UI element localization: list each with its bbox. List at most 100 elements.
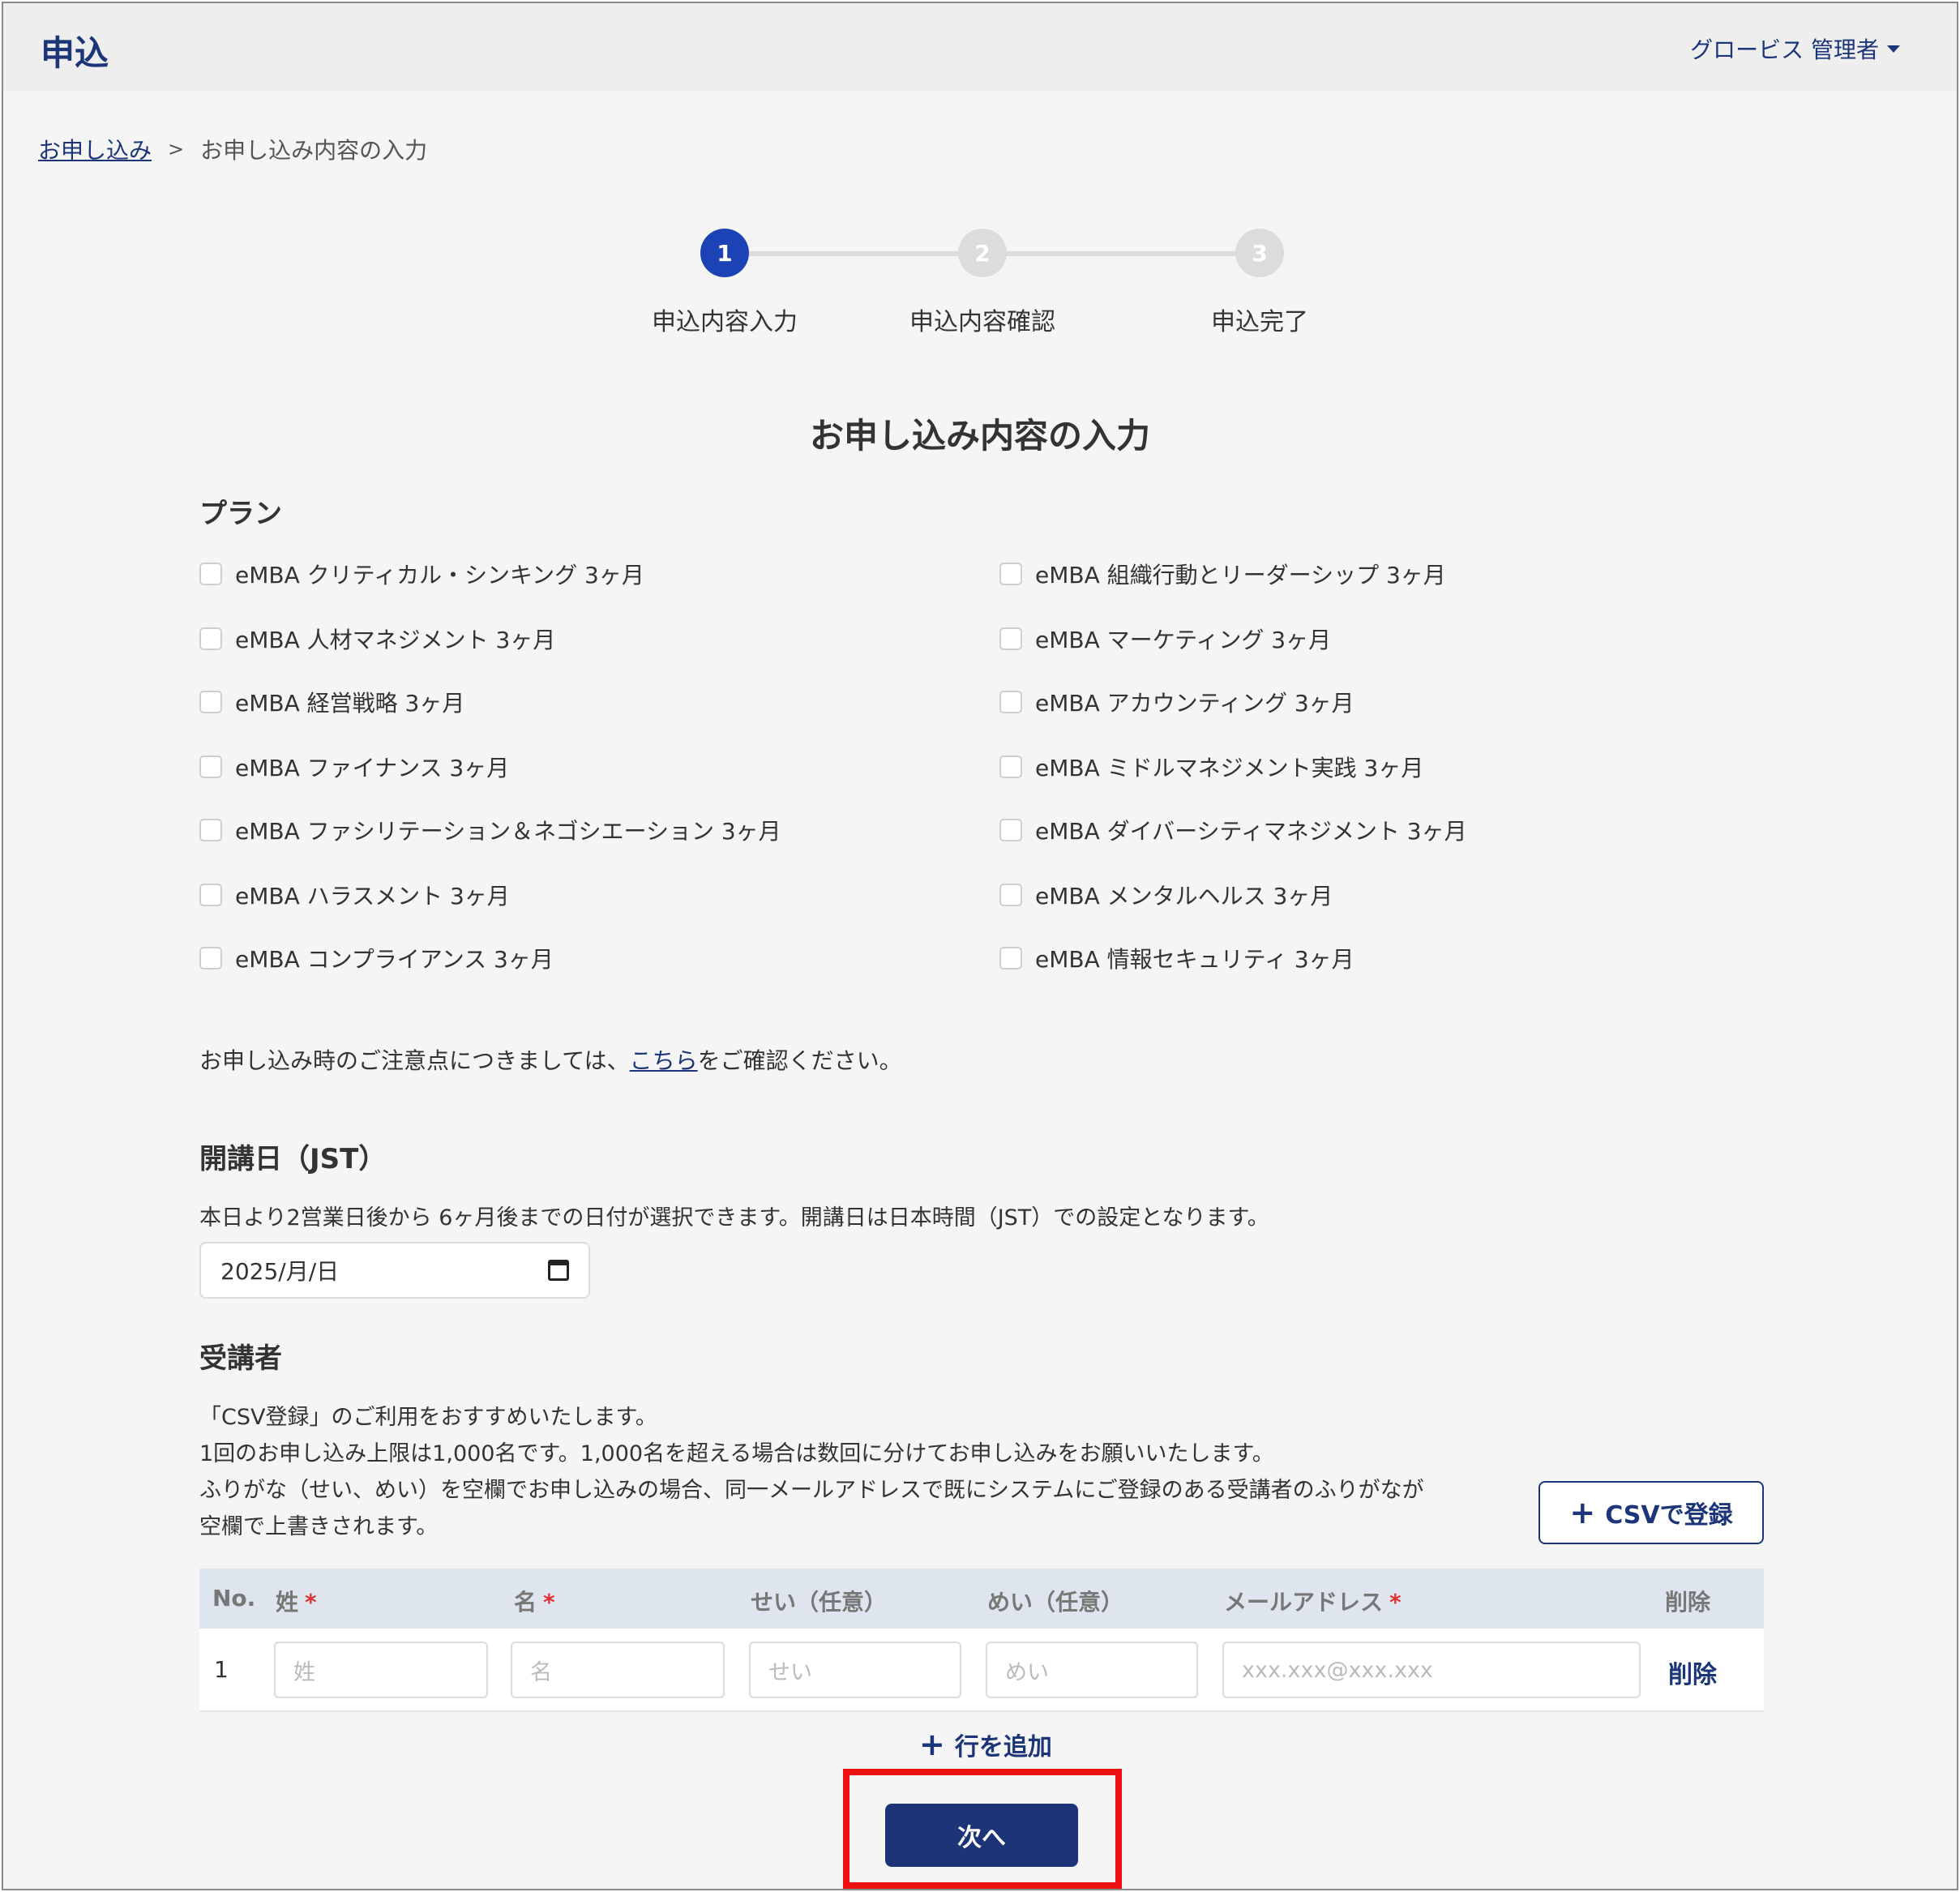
start-date-description: 本日より2営業日後から 6ヶ月後までの日付が選択できます。開講日は日本時間（JS… [199,1205,1269,1231]
plan-option[interactable]: eMBA クリティカル・シンキング 3ヶ月 [199,558,644,590]
step-3-label: 申込完了 [1211,308,1308,336]
csv-button-label: CSVで登録 [1605,1501,1733,1530]
plan-option[interactable]: eMBA コンプライアンス 3ヶ月 [199,942,554,974]
plan-label: eMBA ダイバーシティマネジメント 3ヶ月 [1035,818,1467,845]
plan-option[interactable]: eMBA 情報セキュリティ 3ヶ月 [999,942,1354,974]
required-mark: * [543,1589,555,1616]
plan-option[interactable]: eMBA ハラスメント 3ヶ月 [199,879,510,911]
checkbox[interactable] [199,819,222,841]
plus-icon: + [1569,1495,1596,1530]
plan-option[interactable]: eMBA ファイナンス 3ヶ月 [199,751,509,783]
step-2-circle: 2 [958,229,1007,277]
participants-description: 「CSV登録」のご利用をおすすめいたします。 1回のお申し込み上限は1,000名… [199,1399,1424,1545]
user-menu-label: グロービス 管理者 [1690,36,1879,63]
column-header-last-name: 姓 * [276,1585,317,1617]
placeholder: せい [768,1659,812,1685]
plan-option[interactable]: eMBA 人材マネジメント 3ヶ月 [199,623,555,655]
calendar-icon[interactable] [548,1260,569,1281]
checkbox[interactable] [999,947,1022,970]
plan-label: eMBA コンプライアンス 3ヶ月 [235,946,554,973]
plan-label: eMBA ファシリテーション＆ネゴシエーション 3ヶ月 [235,818,781,845]
step-connector [1005,251,1265,256]
app-title: 申込 [41,33,109,73]
plan-label: eMBA メンタルヘルス 3ヶ月 [1035,883,1333,910]
table-row: 1 姓 名 せい めい xxx.xxx@xxx.xxx 削除 [199,1629,1764,1712]
participants-table: No. 姓 * 名 * せい（任意） めい（任意） メールアドレス * 削除 1 姓 … [199,1569,1764,1712]
plan-option[interactable]: eMBA マーケティング 3ヶ月 [999,623,1331,655]
placeholder: めい [1005,1659,1049,1685]
placeholder: 姓 [293,1659,315,1685]
step-1-circle: 1 [700,229,749,277]
plan-option[interactable]: eMBA 組織行動とリーダーシップ 3ヶ月 [999,558,1446,590]
checkbox[interactable] [199,563,222,585]
plan-option[interactable]: eMBA ダイバーシティマネジメント 3ヶ月 [999,814,1467,846]
plan-label: eMBA 経営戦略 3ヶ月 [235,690,465,717]
email-input[interactable]: xxx.xxx@xxx.xxx [1222,1642,1641,1698]
checkbox[interactable] [199,756,222,778]
step-1-label: 申込内容入力 [652,308,798,336]
top-bar: 申込 グロービス 管理者 [3,3,1957,91]
column-header-last-kana: せい（任意） [751,1589,888,1616]
checkbox[interactable] [199,884,222,906]
row-number: 1 [214,1656,229,1683]
table-header: No. 姓 * 名 * せい（任意） めい（任意） メールアドレス * 削除 [199,1569,1764,1629]
required-mark: * [1389,1589,1402,1616]
notice-link[interactable]: こちら [630,1047,698,1074]
plan-label: eMBA ハラスメント 3ヶ月 [235,883,510,910]
page-title: お申し込み内容の入力 [809,416,1150,456]
plan-option[interactable]: eMBA 経営戦略 3ヶ月 [199,686,464,718]
start-date-input[interactable]: 2025/月/日 [199,1242,590,1299]
checkbox[interactable] [999,627,1022,650]
last-kana-input[interactable]: せい [749,1642,961,1698]
breadcrumb-link-application[interactable]: お申し込み [38,133,152,165]
checkbox[interactable] [999,756,1022,778]
placeholder: 名 [530,1659,552,1685]
first-kana-input[interactable]: めい [986,1642,1198,1698]
plan-option[interactable]: eMBA メンタルヘルス 3ヶ月 [999,879,1333,911]
column-header-delete: 削除 [1665,1589,1711,1616]
plan-label: eMBA 人材マネジメント 3ヶ月 [235,627,556,653]
column-label: メールアドレス [1224,1589,1384,1616]
plan-label: eMBA アカウンティング 3ヶ月 [1035,690,1354,717]
plan-option[interactable]: eMBA ファシリテーション＆ネゴシエーション 3ヶ月 [199,814,781,846]
progress-stepper: 1 2 3 申込内容入力 申込内容確認 申込完了 [3,224,1957,345]
breadcrumb: お申し込み > お申し込み内容の入力 [38,133,427,165]
checkbox[interactable] [199,947,222,970]
application-window: 申込 グロービス 管理者 お申し込み > お申し込み内容の入力 1 2 3 申込… [2,2,1958,1890]
breadcrumb-current: お申し込み内容の入力 [200,137,428,164]
next-button[interactable]: 次へ [885,1804,1078,1867]
checkbox[interactable] [199,627,222,650]
checkbox[interactable] [999,819,1022,841]
column-label: 姓 [276,1589,299,1616]
caret-down-icon [1887,45,1900,53]
plan-label: eMBA マーケティング 3ヶ月 [1035,627,1332,653]
description-line: ふりがな（せい、めい）を空欄でお申し込みの場合、同一メールアドレスで既にシステム… [199,1478,1424,1503]
plus-icon: + [919,1727,945,1762]
first-name-input[interactable]: 名 [511,1642,725,1698]
description-line: 空欄で上書きされます。 [199,1514,439,1539]
last-name-input[interactable]: 姓 [274,1642,488,1698]
step-3-circle: 3 [1235,229,1284,277]
description-line: 1回のお申し込み上限は1,000名です。1,000名を超える場合は数回に分けてお… [199,1441,1274,1466]
column-label: 名 [514,1589,537,1616]
checkbox[interactable] [999,884,1022,906]
required-mark: * [305,1589,317,1616]
csv-register-button[interactable]: + CSVで登録 [1538,1481,1764,1544]
column-header-first-name: 名 * [514,1585,555,1617]
placeholder: xxx.xxx@xxx.xxx [1242,1657,1433,1683]
breadcrumb-separator: > [168,138,185,161]
user-menu[interactable]: グロービス 管理者 [1690,32,1900,65]
checkbox[interactable] [999,691,1022,713]
participants-title: 受講者 [199,1342,282,1375]
add-row-button[interactable]: + 行を追加 [919,1727,1052,1762]
plan-option[interactable]: eMBA アカウンティング 3ヶ月 [999,686,1354,718]
checkbox[interactable] [199,691,222,713]
column-header-email: メールアドレス * [1224,1585,1402,1617]
step-2-label: 申込内容確認 [909,308,1055,336]
plan-option[interactable]: eMBA ミドルマネジメント実践 3ヶ月 [999,751,1423,783]
delete-row-button[interactable]: 削除 [1668,1654,1717,1690]
step-connector [749,251,984,256]
column-header-first-kana: めい（任意） [987,1589,1124,1616]
checkbox[interactable] [999,563,1022,585]
plan-label: eMBA 組織行動とリーダーシップ 3ヶ月 [1035,562,1446,589]
